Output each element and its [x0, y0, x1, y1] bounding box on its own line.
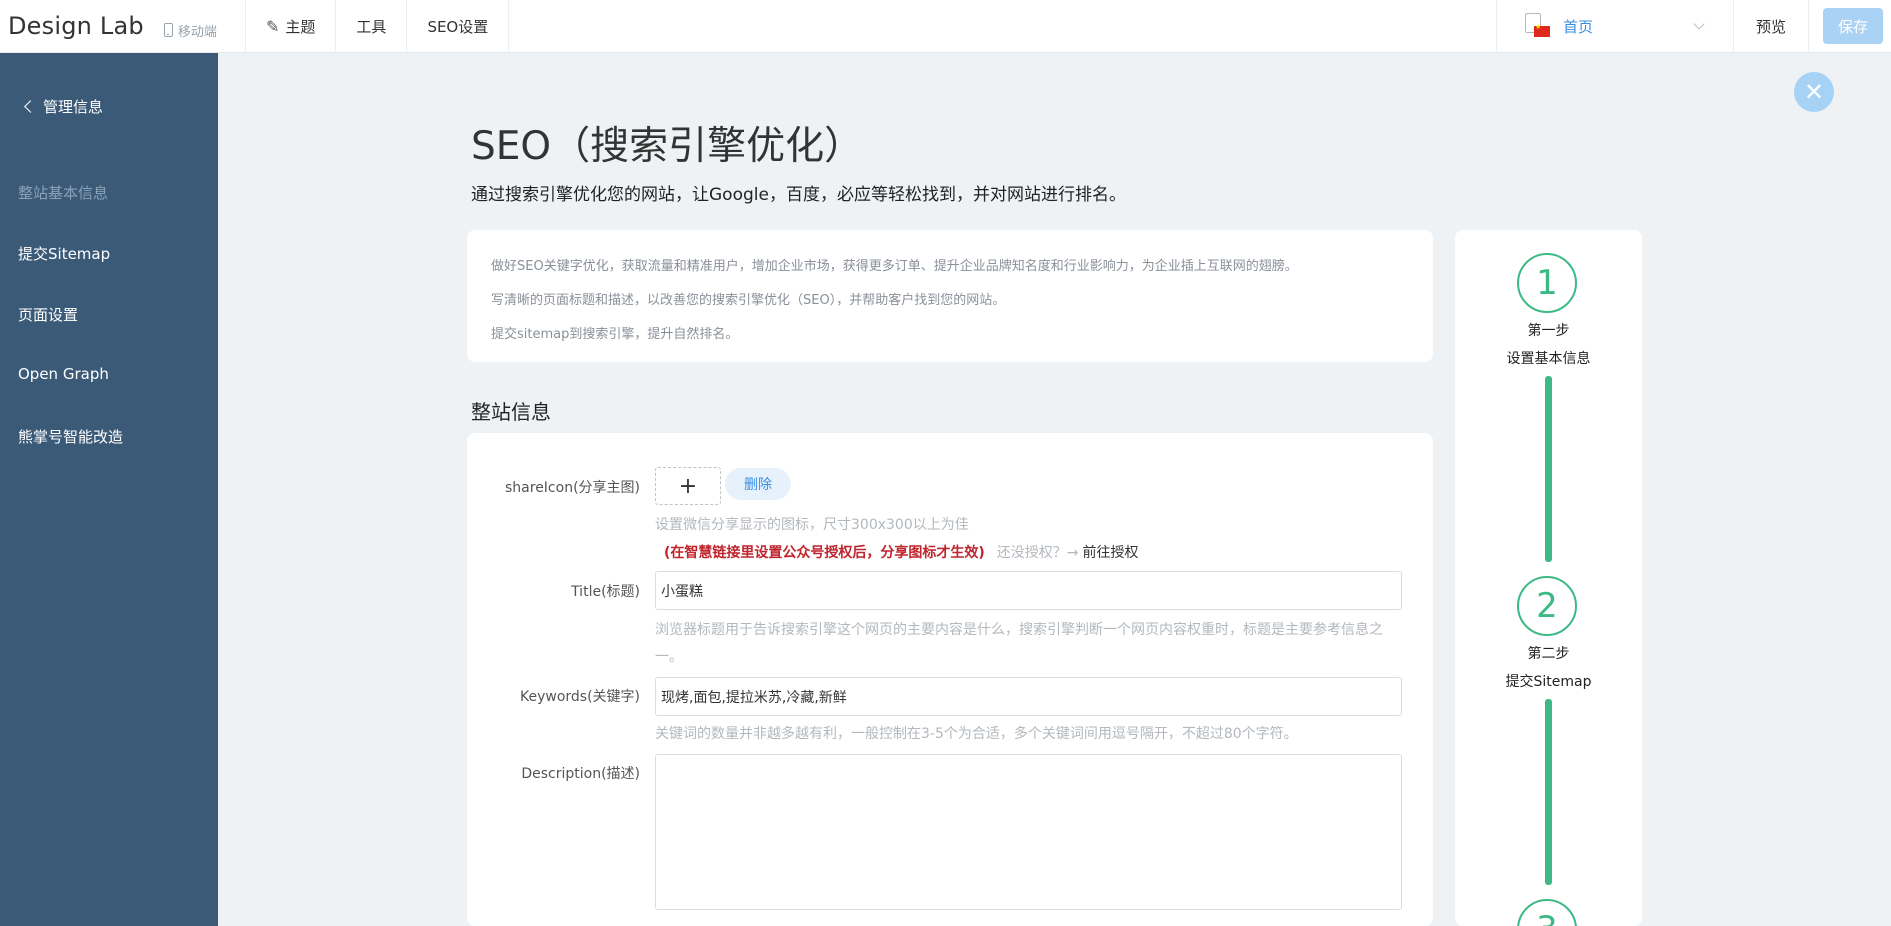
delete-button[interactable]: 删除	[725, 468, 791, 500]
keywords-hint: 关键词的数量并非越多越有利，一般控制在3-5个为合适，多个关键词间用逗号隔开，不…	[655, 726, 1298, 742]
close-button[interactable]: ✕	[1794, 72, 1834, 112]
sidebar-item-open-graph[interactable]: Open Graph	[18, 365, 109, 383]
back-label: 管理信息	[43, 98, 104, 116]
step-2-label: 提交Sitemap	[1505, 674, 1592, 690]
keywords-label: Keywords(关键字)	[519, 689, 640, 705]
preview-button[interactable]: 预览	[1734, 0, 1809, 52]
intro-line: 提交sitemap到搜索引擎，提升自然排名。	[491, 327, 739, 342]
no-auth-text: 还没授权？→	[996, 545, 1079, 561]
step-2-title: 第二步	[1527, 646, 1570, 662]
auth-warning: (在智慧链接里设置公众号授权后，分享图标才生效)	[664, 545, 985, 561]
plus-icon: +	[678, 473, 698, 499]
china-flag-icon	[1533, 23, 1550, 37]
nav-theme[interactable]: ✎ 主题	[246, 0, 337, 52]
chevron-down-icon	[1693, 18, 1705, 30]
app-title: Design Lab	[8, 12, 144, 40]
intro-card: 做好SEO关键字优化，获取流量和精准用户，增加企业市场，获得更多订单、提升企业品…	[467, 230, 1433, 362]
sidebar-item-sitemap[interactable]: 提交Sitemap	[18, 243, 110, 264]
step-connector	[1545, 699, 1552, 885]
step-1-title: 第一步	[1527, 323, 1570, 339]
step-1-label: 设置基本信息	[1506, 351, 1591, 367]
title-input[interactable]: 小蛋糕	[655, 571, 1402, 610]
preview-label: 预览	[1755, 17, 1786, 36]
step-connector	[1545, 376, 1552, 562]
description-textarea[interactable]	[655, 754, 1402, 910]
share-icon-label: shareIcon(分享主图)	[505, 480, 640, 496]
auth-notice: (在智慧链接里设置公众号授权后，分享图标才生效) 还没授权？→ 前往授权	[664, 542, 1139, 562]
nav-seo-label: SEO设置	[427, 17, 489, 36]
close-icon: ✕	[1803, 78, 1825, 106]
page-selector[interactable]: 首页	[1495, 0, 1734, 52]
brush-icon: ✎	[266, 16, 280, 36]
brand: Design Lab 移动端	[0, 0, 246, 52]
step-2-circle: 2	[1517, 576, 1577, 636]
upload-button[interactable]: +	[655, 467, 721, 505]
chevron-left-icon	[24, 99, 37, 113]
phone-icon	[163, 23, 173, 37]
page-subtitle: 通过搜索引擎优化您的网站，让Google，百度，必应等轻松找到，并对网站进行排名…	[471, 185, 1126, 205]
nav-seo[interactable]: SEO设置	[407, 0, 510, 52]
share-icon-hint: 设置微信分享显示的图标，尺寸300x300以上为佳	[655, 517, 969, 533]
page-title: SEO（搜索引擎优化）	[471, 124, 864, 169]
go-auth-link[interactable]: 前往授权	[1083, 545, 1139, 561]
nav-tools[interactable]: 工具	[336, 0, 408, 52]
sidebar-item-page-settings[interactable]: 页面设置	[18, 304, 78, 325]
mobile-toggle[interactable]: 移动端	[163, 21, 217, 40]
intro-line: 写清晰的页面标题和描述，以改善您的搜索引擎优化（SEO），并帮助客户找到您的网站…	[491, 293, 1006, 308]
page-icon	[1524, 13, 1550, 37]
page-selector-label: 首页	[1562, 17, 1593, 36]
intro-line: 做好SEO关键字优化，获取流量和精准用户，增加企业市场，获得更多订单、提升企业品…	[491, 259, 1298, 274]
step-1-circle: 1	[1517, 253, 1577, 313]
section-title: 整站信息	[471, 400, 551, 424]
title-label: Title(标题)	[571, 584, 640, 600]
keywords-input[interactable]: 现烤,面包,提拉米苏,冷藏,新鲜	[655, 677, 1402, 716]
title-hint: 浏览器标题用于告诉搜索引擎这个网页的主要内容是什么，搜索引擎判断一个网页内容权重…	[655, 622, 1383, 665]
step-3-circle: 3	[1517, 899, 1577, 926]
sidebar: 管理信息 整站基本信息 提交Sitemap 页面设置 Open Graph 熊掌…	[0, 53, 218, 926]
topbar-actions: 首页 预览 保存	[1495, 0, 1891, 52]
back-link[interactable]: 管理信息	[24, 96, 104, 117]
steps-card: 1 第一步 设置基本信息 2 第二步 提交Sitemap 3	[1455, 230, 1642, 926]
sidebar-item-xiongzhang[interactable]: 熊掌号智能改造	[18, 426, 123, 447]
sidebar-item-basic-info[interactable]: 整站基本信息	[18, 182, 108, 203]
top-bar: Design Lab 移动端 ✎ 主题 工具 SEO设置 首页 预览 保存	[0, 0, 1891, 53]
nav-tools-label: 工具	[356, 17, 387, 36]
save-button[interactable]: 保存	[1823, 8, 1883, 44]
description-label: Description(描述)	[521, 766, 640, 782]
mobile-label: 移动端	[177, 24, 217, 40]
nav-theme-label: 主题	[285, 17, 316, 36]
